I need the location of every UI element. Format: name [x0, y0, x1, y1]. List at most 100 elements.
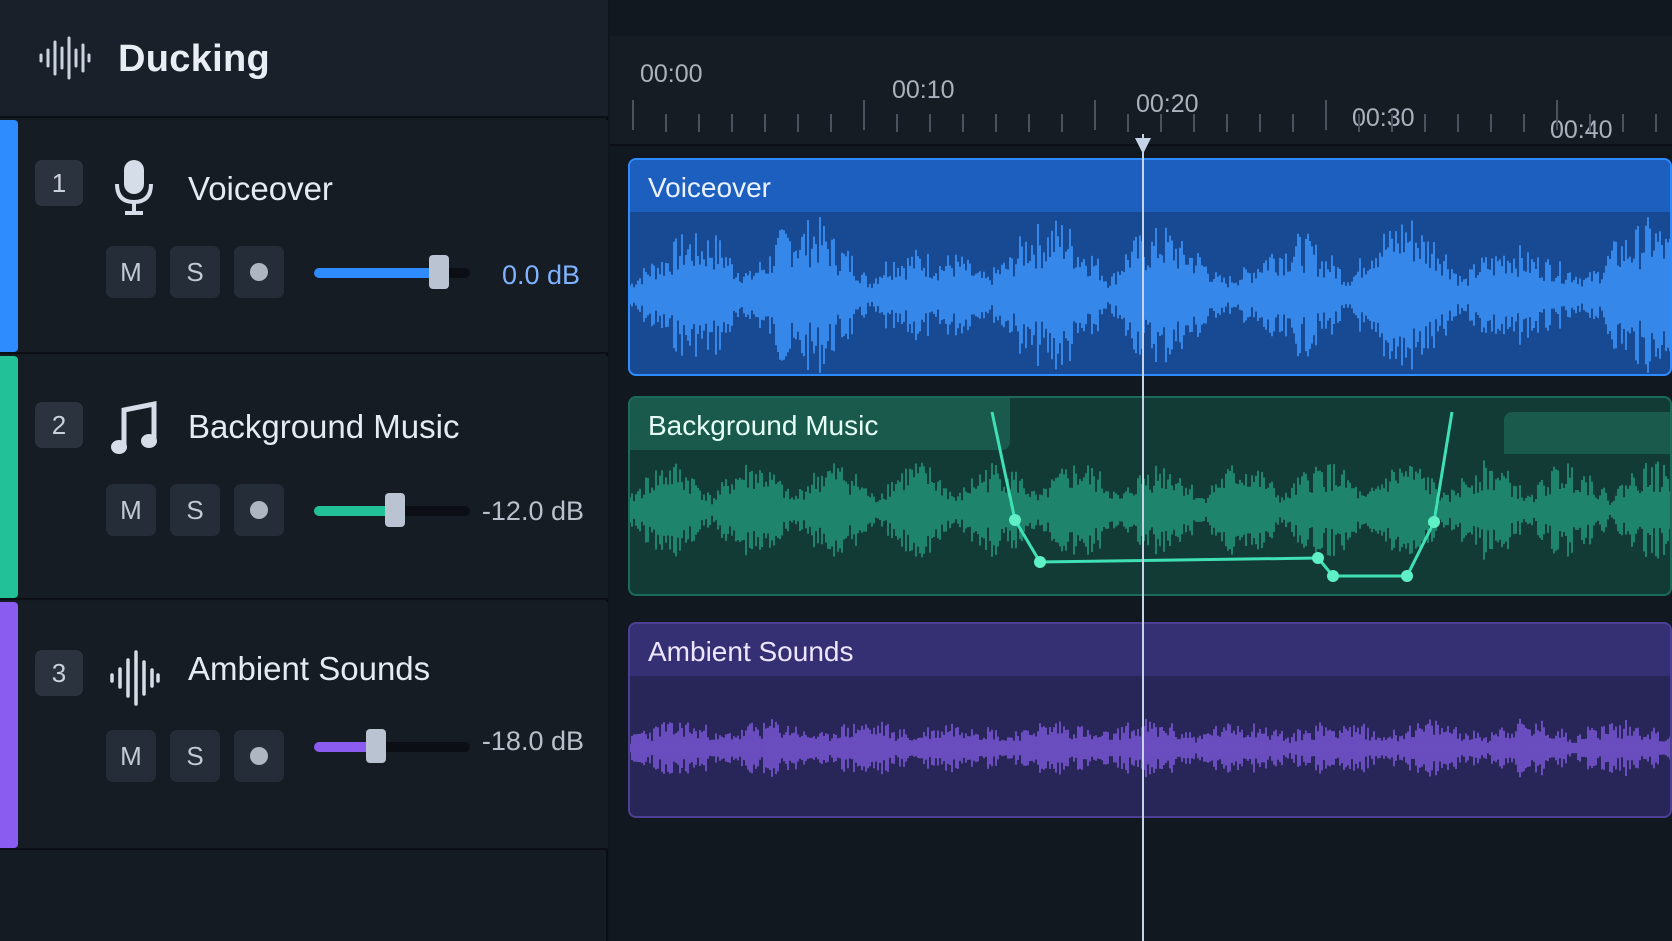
ruler-tick [1160, 114, 1162, 132]
ruler-tick [731, 114, 733, 132]
track-name[interactable]: Ambient Sounds [188, 650, 430, 688]
record-icon [250, 747, 268, 765]
page-title: Ducking [118, 38, 271, 80]
ruler-tick [1655, 114, 1657, 132]
voiceover-waveform [630, 217, 1670, 373]
ruler-label: 00:10 [892, 76, 955, 104]
volume-readout: -12.0 dB [481, 496, 584, 526]
clip-background-music[interactable]: Background Music [628, 396, 1672, 596]
mute-button[interactable]: M [106, 484, 156, 536]
ruler-tick [1127, 114, 1129, 132]
envelope-keyframe[interactable] [1327, 570, 1339, 582]
envelope-keyframe[interactable] [1401, 570, 1413, 582]
volume-slider[interactable] [314, 493, 470, 527]
waveform-logo-icon [39, 36, 91, 80]
volume-slider[interactable] [314, 255, 470, 289]
track-number: 1 [35, 160, 83, 206]
ruler-tick [665, 114, 667, 132]
waveform-path [630, 718, 1670, 778]
music-waveform [630, 411, 1670, 582]
record-icon [250, 263, 268, 281]
track-number: 3 [35, 650, 83, 696]
ruler-label: 00:30 [1352, 104, 1415, 132]
volume-slider-fill [314, 268, 439, 278]
mute-button[interactable]: M [106, 246, 156, 298]
track-row-background-music[interactable]: 2 Background Music M S -12.0 dB [0, 356, 608, 600]
solo-button[interactable]: S [170, 730, 220, 782]
ruler-tick [1424, 114, 1426, 132]
volume-slider-thumb[interactable] [428, 255, 449, 289]
ruler-tick [1589, 114, 1591, 132]
waveform-icon [110, 650, 160, 706]
time-ruler[interactable]: 00:00 00:10 00:20 00:30 00:40 [610, 36, 1672, 146]
ruler-tick [1358, 114, 1360, 132]
ruler-tick [1292, 114, 1294, 132]
ruler-tick [896, 114, 898, 132]
ruler-tick [1028, 114, 1030, 132]
ruler-tick [1391, 114, 1393, 132]
ruler-tick [962, 114, 964, 132]
ruler-tick [863, 100, 865, 130]
ruler-tick [1193, 114, 1195, 132]
track-row-voiceover[interactable]: 1 Voiceover M S 0.0 dB [0, 120, 608, 354]
envelope-keyframe[interactable] [1312, 552, 1324, 564]
ruler-tick [1259, 114, 1261, 132]
ruler-tick [1094, 100, 1096, 130]
microphone-icon [115, 160, 153, 215]
solo-button[interactable]: S [170, 484, 220, 536]
ruler-tick [1061, 114, 1063, 132]
track-color-stripe [0, 120, 18, 352]
clip-name: Ambient Sounds [648, 636, 854, 667]
ruler-tick [698, 114, 700, 132]
ruler-tick [995, 114, 997, 132]
envelope-keyframe[interactable] [1034, 556, 1046, 568]
ruler-label: 00:20 [1136, 90, 1199, 118]
clip-ambient-sounds[interactable]: Ambient Sounds [628, 622, 1672, 818]
track-name[interactable]: Voiceover [188, 170, 333, 208]
ruler-label: 00:40 [1550, 116, 1613, 144]
ruler-tick [1457, 114, 1459, 132]
volume-slider[interactable] [314, 729, 470, 763]
volume-slider-thumb[interactable] [366, 729, 387, 763]
clip-voiceover[interactable]: Voiceover [628, 158, 1672, 376]
envelope-keyframe[interactable] [1428, 516, 1440, 528]
volume-slider-fill [314, 506, 396, 516]
ruler-tick [764, 114, 766, 132]
ruler-tick [1556, 100, 1558, 130]
ruler-tick [1622, 114, 1624, 132]
ruler-tick [632, 100, 634, 130]
ruler-tick [929, 114, 931, 132]
volume-readout: -18.0 dB [481, 726, 584, 756]
ruler-tick [1325, 100, 1327, 130]
track-number: 2 [35, 402, 83, 448]
envelope-keyframe[interactable] [1009, 514, 1021, 526]
playhead-line[interactable] [1142, 134, 1144, 941]
ruler-tick [1523, 114, 1525, 132]
clip-name: Voiceover [648, 172, 771, 203]
record-arm-button[interactable] [234, 246, 284, 298]
ruler-tick [830, 114, 832, 132]
ruler-tick [1490, 114, 1492, 132]
track-name[interactable]: Background Music [188, 408, 459, 446]
track-header-panel: Ducking 1 Voiceover M S 0.0 dB 2 Backgro… [0, 0, 608, 941]
track-color-stripe [0, 602, 18, 848]
record-arm-button[interactable] [234, 484, 284, 536]
volume-readout: 0.0 dB [501, 260, 580, 290]
mute-button[interactable]: M [106, 730, 156, 782]
ambient-waveform [630, 718, 1670, 778]
waveform-path [630, 217, 1670, 373]
record-arm-button[interactable] [234, 730, 284, 782]
record-icon [250, 501, 268, 519]
ruler-tick [1226, 114, 1228, 132]
music-note-icon [111, 400, 157, 454]
waveform-path [630, 460, 1670, 560]
clip-header[interactable] [630, 160, 1670, 212]
ruler-label: 00:00 [640, 60, 703, 88]
ducking-window: Ducking 1 Voiceover M S 0.0 dB 2 Backgro… [0, 0, 1672, 941]
track-row-ambient-sounds[interactable]: 3 Ambient Sounds M S -18.0 dB [0, 602, 608, 850]
solo-button[interactable]: S [170, 246, 220, 298]
ruler-tick [797, 114, 799, 132]
panel-header: Ducking [0, 0, 608, 118]
track-color-stripe [0, 356, 18, 598]
volume-slider-thumb[interactable] [385, 493, 406, 527]
